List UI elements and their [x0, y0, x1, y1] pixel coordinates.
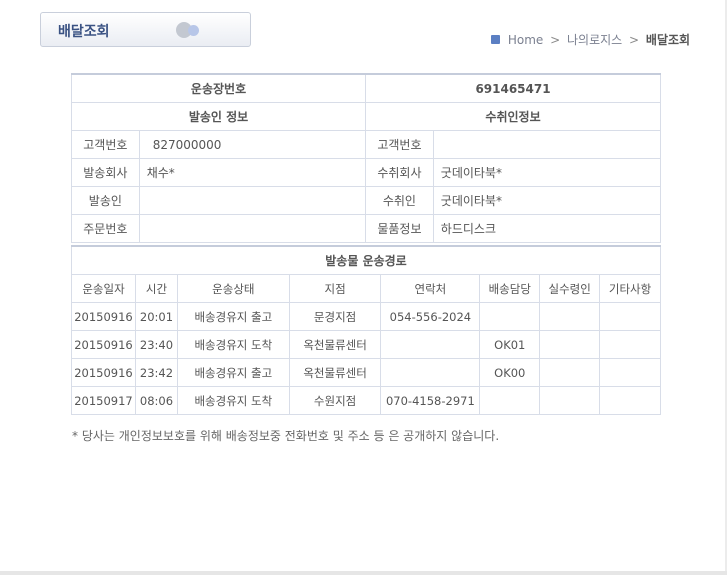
waybill-label: 운송장번호 — [70, 73, 367, 103]
table-cell — [380, 330, 481, 359]
table-cell: OK01 — [479, 330, 541, 359]
sender-name-label: 발송인 — [71, 186, 140, 215]
order-no-value — [138, 214, 367, 243]
table-cell: 20150916 — [71, 302, 136, 331]
order-no-label: 주문번호 — [71, 214, 140, 243]
column-header: 시간 — [134, 274, 178, 303]
column-header: 연락처 — [380, 274, 481, 303]
table-cell: 070-4158-2971 — [380, 386, 481, 415]
delivery-info-table: 운송장번호 691465471 발송인 정보 수취인정보 고객번호 827000… — [70, 73, 662, 243]
sender-header: 발송인 정보 — [70, 102, 367, 131]
receiver-name-label: 수취인 — [365, 186, 434, 215]
sender-company-value: 채수* — [138, 158, 367, 187]
toggle-icon — [176, 22, 206, 38]
table-cell — [539, 358, 601, 387]
column-header: 지점 — [288, 274, 382, 303]
table-cell — [599, 330, 661, 359]
route-header-row: 운송일자 시간 운송상태 지점 연락처 배송담당 실수령인 기타사항 — [71, 274, 661, 303]
table-cell: 20150917 — [71, 386, 136, 415]
party-header-row: 발송인 정보 수취인정보 — [70, 102, 661, 131]
sender-customer-no-value: 827000000 — [138, 130, 367, 159]
table-cell: 23:42 — [134, 358, 178, 387]
waybill-value: 691465471 — [365, 73, 661, 103]
column-header: 운송일자 — [71, 274, 136, 303]
table-row: 20150916 20:01 배송경유지 출고 문경지점 054-556-202… — [71, 302, 661, 331]
table-cell: 문경지점 — [288, 302, 382, 331]
page-title: 배달조회 — [58, 24, 110, 40]
breadcrumb: Home > 나의로지스 > 배달조회 — [491, 31, 690, 48]
table-cell: OK00 — [479, 358, 541, 387]
home-icon — [491, 35, 500, 44]
table-cell — [599, 386, 661, 415]
table-cell: 배송경유지 도착 — [176, 386, 290, 415]
delivery-route-table: 발송물 운송경로 운송일자 시간 운송상태 지점 연락처 배송담당 실수령인 기… — [71, 245, 661, 415]
table-cell: 08:06 — [134, 386, 178, 415]
table-cell: 옥천물류센터 — [288, 330, 382, 359]
table-cell: 20150916 — [71, 358, 136, 387]
receiver-company-label: 수취회사 — [365, 158, 434, 187]
table-cell — [599, 302, 661, 331]
item-info-value: 하드디스크 — [432, 214, 662, 243]
table-cell: 옥천물류센터 — [288, 358, 382, 387]
window-edge-bottom — [0, 571, 727, 575]
sender-name-value — [138, 186, 367, 215]
privacy-notice: * 당사는 개인정보보호를 위해 배송정보중 전화번호 및 주소 등 은 공개하… — [72, 429, 500, 443]
table-cell: 054-556-2024 — [380, 302, 481, 331]
table-cell: 배송경유지 출고 — [176, 358, 290, 387]
breadcrumb-current: 배달조회 — [645, 33, 691, 47]
table-cell: 23:40 — [134, 330, 178, 359]
table-row: 20150916 23:40 배송경유지 도착 옥천물류센터 OK01 — [71, 330, 661, 359]
table-cell — [380, 358, 481, 387]
table-row: 20150916 23:42 배송경유지 출고 옥천물류센터 OK00 — [71, 358, 661, 387]
info-row: 주문번호 물품정보 하드디스크 — [71, 214, 662, 243]
route-title-row: 발송물 운송경로 — [71, 245, 661, 275]
table-cell — [539, 330, 601, 359]
table-cell — [539, 302, 601, 331]
info-row: 고객번호 827000000 고객번호 — [71, 130, 662, 159]
table-cell: 20150916 — [71, 330, 136, 359]
sender-customer-no-label: 고객번호 — [71, 130, 140, 159]
receiver-company-value: 굿데이타북* — [432, 158, 662, 187]
breadcrumb-separator: > — [629, 33, 640, 47]
column-header: 기타사항 — [599, 274, 661, 303]
table-cell — [479, 386, 541, 415]
info-row: 발송회사 채수* 수취회사 굿데이타북* — [71, 158, 662, 187]
breadcrumb-home-link[interactable]: Home — [508, 33, 543, 47]
receiver-customer-no-value — [432, 130, 662, 159]
receiver-name-value: 굿데이타북* — [432, 186, 662, 215]
table-cell: 수원지점 — [288, 386, 382, 415]
waybill-row: 운송장번호 691465471 — [70, 73, 661, 103]
table-cell: 배송경유지 출고 — [176, 302, 290, 331]
receiver-customer-no-label: 고객번호 — [365, 130, 434, 159]
table-cell: 20:01 — [134, 302, 178, 331]
column-header: 운송상태 — [176, 274, 290, 303]
page-title-box: 배달조회 — [40, 12, 251, 47]
receiver-header: 수취인정보 — [365, 102, 661, 131]
table-cell: 배송경유지 도착 — [176, 330, 290, 359]
sender-company-label: 발송회사 — [71, 158, 140, 187]
table-cell — [599, 358, 661, 387]
table-cell — [539, 386, 601, 415]
table-row: 20150917 08:06 배송경유지 도착 수원지점 070-4158-29… — [71, 386, 661, 415]
route-title: 발송물 운송경로 — [71, 245, 661, 275]
info-row: 발송인 수취인 굿데이타북* — [71, 186, 662, 215]
table-cell — [479, 302, 541, 331]
column-header: 배송담당 — [479, 274, 541, 303]
column-header: 실수령인 — [539, 274, 601, 303]
item-info-label: 물품정보 — [365, 214, 434, 243]
breadcrumb-separator: > — [550, 33, 561, 47]
breadcrumb-level1-link[interactable]: 나의로지스 — [567, 33, 622, 47]
